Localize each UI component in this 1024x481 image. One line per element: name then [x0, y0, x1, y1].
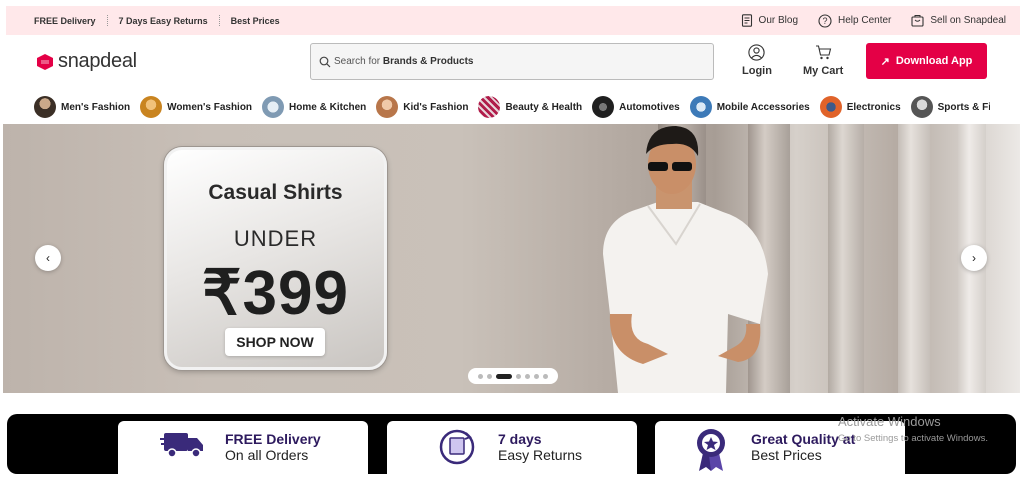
category-mobile-accessories[interactable]: Mobile Accessories: [689, 96, 810, 118]
divider: [106, 15, 108, 26]
download-app-button[interactable]: ↗ Download App: [866, 43, 987, 79]
cart-icon: [815, 45, 831, 60]
chevron-left-icon: ‹: [46, 251, 50, 265]
sell-on-snapdeal-link[interactable]: Sell on Snapdeal: [911, 14, 1006, 27]
category-home-kitchen[interactable]: Home & Kitchen: [262, 96, 366, 118]
category-thumbnail: [376, 96, 399, 118]
category-automotives[interactable]: Automotives: [592, 96, 680, 118]
help-icon: ?: [818, 13, 832, 28]
search-input[interactable]: Search for Brands & Products: [310, 43, 714, 80]
promo-easy-returns: 7 Days Easy Returns: [118, 15, 208, 26]
offer-title: Casual Shirts: [208, 181, 343, 204]
category-thumbnail: [689, 96, 712, 118]
carousel-dot[interactable]: [487, 373, 492, 379]
windows-activation-watermark: Activate Windows Go to Settings to activ…: [838, 414, 988, 444]
carousel-dot[interactable]: [543, 373, 548, 379]
category-thumbnail: [262, 96, 285, 118]
user-icon: [748, 44, 766, 61]
feature-subtitle: On all Orders: [225, 447, 309, 463]
carousel-dot[interactable]: [534, 373, 539, 379]
carousel-dot[interactable]: [525, 373, 530, 379]
category-nav: Men's Fashion Women's Fashion Home & Kit…: [34, 96, 990, 118]
snapdeal-logo-icon: [37, 53, 53, 70]
hero-banner[interactable]: Casual Shirts UNDER ₹399 SHOP NOW ‹ ›: [3, 124, 1020, 393]
snapdeal-logo[interactable]: snapdeal: [36, 50, 137, 73]
quality-badge-icon: [697, 429, 725, 471]
category-thumbnail: [140, 96, 163, 118]
promo-free-delivery: FREE Delivery: [34, 15, 96, 26]
cart-button[interactable]: My Cart: [803, 44, 843, 77]
help-center-link[interactable]: ? Help Center: [818, 13, 891, 28]
category-sports-fitness[interactable]: Sports & Fitness: [910, 96, 990, 118]
offer-price: ₹399: [202, 259, 349, 328]
feature-subtitle: Easy Returns: [498, 447, 583, 463]
search-icon: [319, 56, 331, 67]
feature-title: 7 days: [498, 431, 542, 447]
offer-under-label: UNDER: [233, 226, 318, 251]
login-button[interactable]: Login: [742, 44, 772, 77]
category-mens-fashion[interactable]: Men's Fashion: [34, 96, 130, 118]
document-icon: [741, 14, 752, 27]
category-thumbnail: [819, 96, 842, 118]
carousel-dot[interactable]: [516, 373, 521, 379]
our-blog-link[interactable]: Our Blog: [741, 14, 798, 27]
returns-icon: [439, 429, 475, 465]
promo-best-prices: Best Prices: [230, 15, 280, 26]
promo-highlights: FREE Delivery 7 Days Easy Returns Best P…: [34, 15, 280, 26]
carousel-next-button[interactable]: ›: [961, 245, 987, 271]
category-beauty-health[interactable]: Beauty & Health: [478, 96, 582, 118]
model-image: [603, 126, 768, 393]
carousel-indicator: [468, 368, 558, 384]
category-womens-fashion[interactable]: Women's Fashion: [140, 96, 252, 118]
carousel-prev-button[interactable]: ‹: [35, 245, 61, 271]
header: snapdeal Search for Brands & Products Lo…: [0, 38, 1024, 88]
chevron-right-icon: ›: [972, 251, 976, 265]
shop-now-button[interactable]: SHOP NOW: [225, 328, 325, 356]
category-thumbnail: [34, 96, 56, 118]
divider: [218, 15, 220, 26]
offer-card: Casual Shirts UNDER ₹399 SHOP NOW: [164, 147, 387, 370]
feature-easy-returns: 7 days Easy Returns: [387, 421, 637, 481]
carousel-dot[interactable]: [478, 373, 483, 379]
category-thumbnail: [478, 96, 501, 118]
top-links: Our Blog ? Help Center Sell on Snapdeal: [741, 13, 1006, 28]
shop-bag-icon: [911, 15, 924, 27]
svg-text:?: ?: [823, 16, 828, 26]
background-pillar: [828, 124, 864, 393]
category-kids-fashion[interactable]: Kid's Fashion: [376, 96, 468, 118]
background-pillar: [898, 124, 930, 393]
arrow-up-right-icon: ↗: [880, 55, 890, 68]
top-strip: FREE Delivery 7 Days Easy Returns Best P…: [6, 6, 1020, 35]
category-electronics[interactable]: Electronics: [819, 96, 901, 118]
carousel-dot[interactable]: [496, 373, 512, 379]
search-placeholder: Search for Brands & Products: [334, 56, 474, 67]
feature-free-delivery: FREE Delivery On all Orders: [118, 421, 368, 481]
category-thumbnail: [910, 96, 933, 118]
feature-title: FREE Delivery: [225, 431, 321, 447]
feature-subtitle: Best Prices: [751, 447, 822, 463]
delivery-truck-icon: [160, 433, 203, 458]
category-thumbnail: [592, 96, 615, 118]
